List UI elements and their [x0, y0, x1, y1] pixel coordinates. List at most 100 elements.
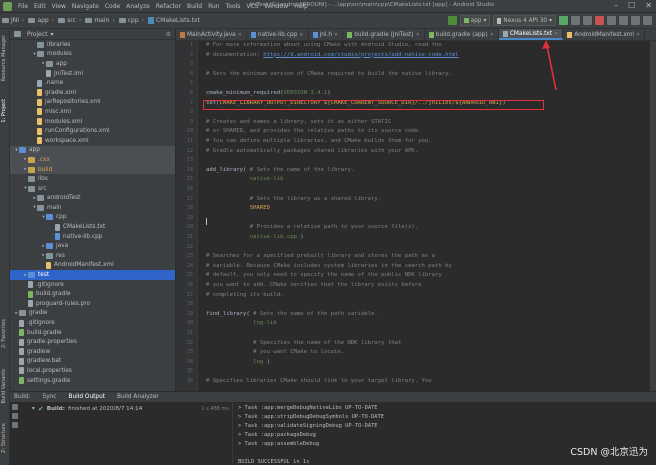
- close-icon[interactable]: ✕: [238, 32, 242, 38]
- tab-project[interactable]: 1: Project: [1, 99, 7, 123]
- close-icon[interactable]: ✕: [490, 32, 494, 38]
- tree-item[interactable]: build.gradle: [10, 328, 175, 338]
- code-link[interactable]: https://d.android.com/studio/projects/ad…: [263, 52, 458, 58]
- tree-item[interactable]: libraries: [10, 40, 175, 50]
- run-icon[interactable]: [559, 16, 568, 25]
- sdk-manager-icon[interactable]: [631, 16, 640, 25]
- tab-build-gradle-app[interactable]: build.gradle (app) ✕: [425, 29, 499, 40]
- breadcrumb-item[interactable]: JNI ›: [0, 17, 26, 24]
- tree-item[interactable]: .gitignore: [10, 318, 175, 328]
- tab-androidmanifest-xml[interactable]: AndroidManifest.xml ✕: [563, 29, 646, 40]
- chevron-down-icon[interactable]: ▾: [51, 31, 54, 38]
- tab-build[interactable]: Build:: [14, 394, 31, 400]
- tree-item[interactable]: settings.gradle: [10, 376, 175, 386]
- build-status-row[interactable]: ▾ ✔ Build: finished at 2020/8/7 14:14: [32, 405, 142, 413]
- breadcrumb-item[interactable]: CMakeLists.txt: [146, 17, 202, 24]
- module-selector[interactable]: app ▾: [459, 15, 491, 26]
- tree-item[interactable]: libs: [10, 174, 175, 184]
- hammer-icon[interactable]: [447, 16, 457, 25]
- menu-item-file[interactable]: File: [15, 3, 31, 10]
- rerun-icon[interactable]: [12, 404, 18, 410]
- profile-icon[interactable]: [583, 16, 592, 25]
- menu-item-view[interactable]: View: [49, 3, 69, 10]
- tab-favorites[interactable]: 2: Favorites: [1, 319, 7, 348]
- close-icon[interactable]: ✕: [299, 32, 303, 38]
- tab-sync[interactable]: Sync: [43, 394, 57, 400]
- close-icon[interactable]: ✕: [334, 32, 338, 38]
- gear-icon[interactable]: ⚙: [166, 31, 171, 38]
- tab-mainactivity-java[interactable]: MainActivity.java ✕: [176, 29, 247, 40]
- tree-item[interactable]: ▾ main: [10, 203, 175, 213]
- tree-item[interactable]: jarRepositories.xml: [10, 98, 175, 108]
- menu-item-navigate[interactable]: Navigate: [69, 3, 102, 10]
- pin-icon[interactable]: [12, 422, 18, 428]
- breadcrumb-item[interactable]: app ›: [26, 17, 56, 24]
- close-icon[interactable]: ✕: [416, 32, 420, 38]
- tree-item[interactable]: gradlew: [10, 347, 175, 357]
- tree-item[interactable]: ▾ app: [10, 145, 175, 156]
- tree-item[interactable]: AndroidManifest.xml: [10, 261, 175, 271]
- menu-item-code[interactable]: Code: [102, 3, 123, 10]
- search-icon[interactable]: [643, 16, 652, 25]
- breadcrumb-item[interactable]: cpp ›: [117, 17, 146, 24]
- tab-resource-manager[interactable]: Resource Manager: [1, 35, 7, 81]
- close-icon[interactable]: ✕: [636, 32, 640, 38]
- tab-jni-h[interactable]: jni.h ✕: [309, 29, 344, 40]
- file-icon: [28, 281, 33, 289]
- tree-item[interactable]: ▸ res: [10, 251, 175, 261]
- file-icon: [37, 137, 42, 145]
- menu-item-analyze[interactable]: Analyze: [123, 3, 153, 10]
- tree-item[interactable]: build.gradle: [10, 289, 175, 299]
- menu-item-edit[interactable]: Edit: [31, 3, 49, 10]
- tree-item[interactable]: .gitignore: [10, 280, 175, 290]
- close-icon[interactable]: ✕: [554, 31, 558, 37]
- tab-build-variants[interactable]: Build Variants: [1, 369, 7, 403]
- minimize-icon[interactable]: –: [614, 1, 618, 10]
- tree-item[interactable]: ▸ build: [10, 164, 175, 175]
- tree-item[interactable]: ▸ test: [10, 270, 175, 280]
- sync-icon[interactable]: [607, 16, 616, 25]
- tree-item[interactable]: local.properties: [10, 366, 175, 376]
- tab-native-lib-cpp[interactable]: native-lib.cpp ✕: [247, 29, 309, 40]
- menu-item-refactor[interactable]: Refactor: [153, 3, 184, 10]
- tree-item[interactable]: ▸ java: [10, 241, 175, 251]
- tree-item[interactable]: ▸ gradle: [10, 309, 175, 319]
- menu-item-tools[interactable]: Tools: [223, 3, 244, 10]
- breadcrumb-item[interactable]: src ›: [56, 17, 83, 24]
- tree-item[interactable]: JniTest.iml: [10, 69, 175, 79]
- tree-item[interactable]: ▾ cpp: [10, 213, 175, 223]
- stop-icon[interactable]: [595, 16, 604, 25]
- maximize-icon[interactable]: ☐: [628, 1, 635, 10]
- project-panel-title[interactable]: Project: [27, 31, 48, 38]
- tab-label: build.gradle (app): [435, 31, 488, 38]
- tree-item[interactable]: .name: [10, 78, 175, 88]
- close-icon[interactable]: ✕: [645, 1, 652, 10]
- tree-item[interactable]: modules.xml: [10, 117, 175, 127]
- menu-item-run[interactable]: Run: [205, 3, 223, 10]
- tab-structure[interactable]: Z: Structure: [1, 423, 7, 453]
- avd-manager-icon[interactable]: [619, 16, 628, 25]
- breadcrumb-item[interactable]: main ›: [83, 17, 116, 24]
- tree-item[interactable]: ▾ src: [10, 184, 175, 194]
- tree-item[interactable]: workspace.xml: [10, 136, 175, 146]
- tree-item[interactable]: CMakeLists.txt: [10, 222, 175, 232]
- tree-item[interactable]: native-lib.cpp: [10, 232, 175, 242]
- debug-icon[interactable]: [571, 16, 580, 25]
- tab-build-output[interactable]: Build Output: [69, 394, 106, 400]
- tab-build-gradle-jnitest[interactable]: build.gradle (JniTest) ✕: [343, 29, 425, 40]
- stop-build-icon[interactable]: [12, 413, 18, 419]
- tree-item[interactable]: gradlew.bat: [10, 357, 175, 367]
- tree-item[interactable]: gradle.xml: [10, 88, 175, 98]
- tree-item[interactable]: misc.xml: [10, 107, 175, 117]
- tree-item[interactable]: ▾ modules: [10, 50, 175, 60]
- tree-item[interactable]: ▸ .cxx: [10, 155, 175, 165]
- tab-build-analyzer[interactable]: Build Analyzer: [117, 394, 159, 400]
- tree-item[interactable]: runConfigurations.xml: [10, 126, 175, 136]
- tree-item[interactable]: gradle.properties: [10, 337, 175, 347]
- tree-item[interactable]: proguard-rules.pro: [10, 299, 175, 309]
- device-selector[interactable]: Nexus 4 API 30 ▾: [493, 15, 556, 26]
- tree-item[interactable]: ▸ androidTest: [10, 194, 175, 204]
- menu-item-build[interactable]: Build: [184, 3, 205, 10]
- tree-item[interactable]: ▸ app: [10, 59, 175, 69]
- code-editor[interactable]: 1 2 3 4 5 6 7 8 9 10 11 12 13 14 15 16 17 18 19 20 21 22 23 24 2…: [176, 41, 656, 391]
